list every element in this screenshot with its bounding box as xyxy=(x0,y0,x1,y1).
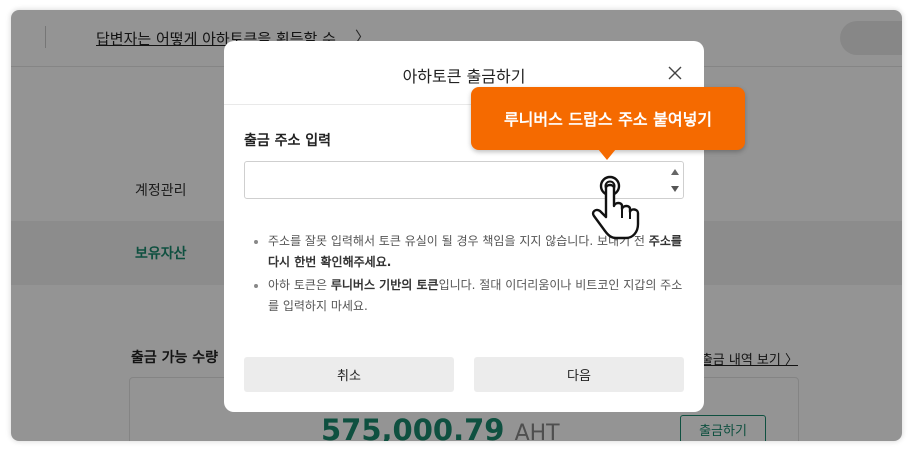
notice-text: 아하 토큰은 xyxy=(268,278,331,292)
address-stepper[interactable] xyxy=(667,163,682,197)
notice-emphasis: 루니버스 기반의 토큰 xyxy=(330,278,439,292)
modal-title: 아하토큰 출금하기 xyxy=(402,67,526,86)
stepper-up-icon[interactable] xyxy=(667,163,682,180)
address-field-label: 출금 주소 입력 xyxy=(244,133,332,149)
paste-address-callout: 루니버스 드랍스 주소 붙여넣기 xyxy=(471,87,745,150)
callout-text: 루니버스 드랍스 주소 붙여넣기 xyxy=(503,110,713,129)
cancel-button[interactable]: 취소 xyxy=(244,357,454,392)
notice-item: 아하 토큰은 루니버스 기반의 토큰입니다. 절대 이더리움이나 비트코인 지갑… xyxy=(250,275,686,317)
notice-list: 주소를 잘못 입력해서 토큰 유실이 될 경우 책임을 지지 않습니다. 보내기… xyxy=(250,231,686,319)
close-icon[interactable] xyxy=(666,64,684,82)
stepper-down-icon[interactable] xyxy=(667,180,682,197)
next-button[interactable]: 다음 xyxy=(474,357,684,392)
hand-pointer-icon xyxy=(582,166,644,242)
callout-pointer xyxy=(598,149,616,160)
